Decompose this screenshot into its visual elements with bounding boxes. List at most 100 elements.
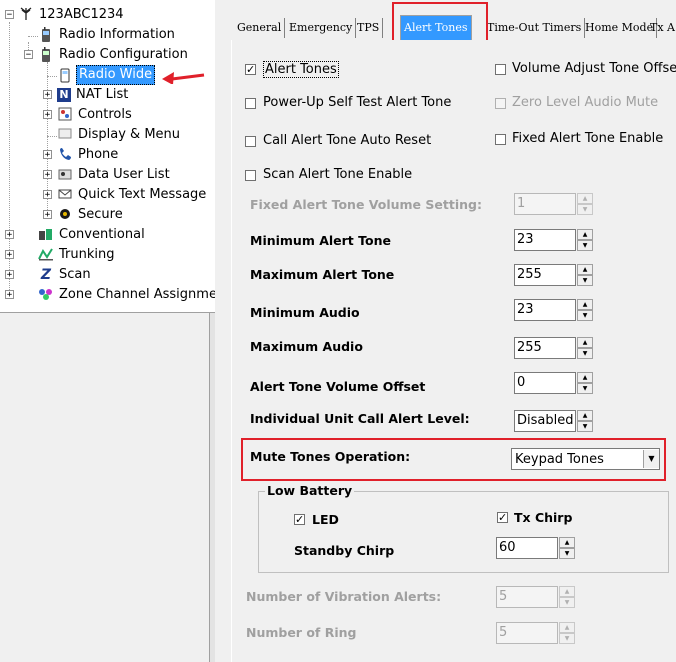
tree-item-data-user-list[interactable]: Data User List bbox=[57, 166, 172, 184]
spin-down-icon[interactable]: ▼ bbox=[577, 240, 593, 251]
dropdown-arrow-icon[interactable]: ▼ bbox=[643, 450, 659, 468]
fixed-volume-spinner[interactable]: 1 ▲ ▼ bbox=[514, 193, 593, 215]
ring-count-value[interactable]: 5 bbox=[496, 622, 558, 644]
spin-down-icon[interactable]: ▼ bbox=[577, 348, 593, 359]
expand-phone-toggle[interactable]: + bbox=[43, 150, 52, 160]
tree-item-label: Secure bbox=[78, 207, 123, 222]
tree-item-conventional[interactable]: Conventional bbox=[38, 226, 147, 244]
led-checkbox[interactable]: ✓ bbox=[294, 514, 305, 525]
tab-general[interactable]: General bbox=[234, 18, 286, 38]
spin-down-icon[interactable]: ▼ bbox=[577, 421, 593, 432]
spin-down-icon[interactable]: ▼ bbox=[559, 597, 575, 608]
spin-up-icon[interactable]: ▲ bbox=[577, 193, 593, 204]
tree-item-label: Controls bbox=[78, 107, 132, 122]
tree-item-nat-list[interactable]: N NAT List bbox=[57, 86, 130, 104]
tab-home-mode[interactable]: Home Mode bbox=[582, 18, 658, 38]
volume-adjust-checkbox[interactable] bbox=[495, 64, 506, 75]
expand-zone-toggle[interactable]: + bbox=[5, 290, 14, 300]
tab-emergency[interactable]: Emergency bbox=[286, 18, 357, 38]
tree-item-controls[interactable]: Controls bbox=[57, 106, 134, 124]
spin-up-icon[interactable]: ▲ bbox=[559, 537, 575, 548]
spin-down-icon[interactable]: ▼ bbox=[559, 633, 575, 644]
spin-down-icon[interactable]: ▼ bbox=[577, 383, 593, 394]
max-alert-value[interactable]: 255 bbox=[514, 264, 576, 286]
spin-up-icon[interactable]: ▲ bbox=[577, 299, 593, 310]
vibration-alerts-spinner[interactable]: 5 ▲ ▼ bbox=[496, 586, 575, 608]
tab-time-out-timers[interactable]: Time-Out Timers bbox=[484, 18, 586, 38]
tree-item-label: Conventional bbox=[59, 227, 145, 242]
tab-tx-a[interactable]: Tx A bbox=[647, 18, 676, 38]
spin-up-icon[interactable]: ▲ bbox=[577, 264, 593, 275]
tree-item-radio-configuration[interactable]: Radio Configuration bbox=[38, 46, 190, 64]
tree-item-label: Trunking bbox=[59, 247, 115, 262]
spin-up-icon[interactable]: ▲ bbox=[577, 337, 593, 348]
spin-down-icon[interactable]: ▼ bbox=[577, 310, 593, 321]
spin-up-icon[interactable]: ▲ bbox=[559, 586, 575, 597]
collapse-root-toggle[interactable]: − bbox=[5, 10, 14, 20]
fixed-volume-value[interactable]: 1 bbox=[514, 193, 576, 215]
max-alert-spinner[interactable]: 255 ▲ ▼ bbox=[514, 264, 593, 286]
spin-up-icon[interactable]: ▲ bbox=[577, 229, 593, 240]
scan-alert-checkbox[interactable] bbox=[245, 170, 256, 181]
min-audio-value[interactable]: 23 bbox=[514, 299, 576, 321]
zero-level-checkbox[interactable] bbox=[495, 98, 506, 109]
tree-item-quick-text-message[interactable]: Quick Text Message bbox=[57, 186, 208, 204]
expand-nat-list-toggle[interactable]: + bbox=[43, 90, 52, 100]
tree-item-label: Radio Information bbox=[59, 27, 175, 42]
expand-scan-toggle[interactable]: + bbox=[5, 270, 14, 280]
tree-item-scan[interactable]: Z Scan bbox=[38, 266, 93, 284]
expand-trunking-toggle[interactable]: + bbox=[5, 250, 14, 260]
fixed-alert-checkbox[interactable] bbox=[495, 134, 506, 145]
mute-tones-value: Keypad Tones bbox=[515, 451, 604, 467]
tree-item-trunking[interactable]: Trunking bbox=[38, 246, 117, 264]
spin-up-icon[interactable]: ▲ bbox=[559, 622, 575, 633]
low-battery-group bbox=[258, 491, 669, 573]
mute-tones-dropdown[interactable]: Keypad Tones ▼ bbox=[511, 448, 660, 470]
spin-up-icon[interactable]: ▲ bbox=[577, 372, 593, 383]
alert-tones-checkbox[interactable]: ✓ bbox=[245, 64, 256, 75]
zone-icon bbox=[38, 287, 54, 303]
volume-offset-spinner[interactable]: 0 ▲ ▼ bbox=[514, 372, 593, 394]
spin-down-icon[interactable]: ▼ bbox=[559, 548, 575, 559]
max-audio-spinner[interactable]: 255 ▲ ▼ bbox=[514, 337, 593, 359]
tx-chirp-checkbox[interactable]: ✓ bbox=[497, 512, 508, 523]
standby-chirp-spinner[interactable]: 60 ▲ ▼ bbox=[496, 537, 575, 559]
unit-call-level-spinner[interactable]: Disabled ▲ ▼ bbox=[514, 410, 593, 432]
tree-root[interactable]: 123ABC1234 bbox=[18, 6, 126, 24]
tree-empty-area bbox=[0, 313, 209, 662]
data-user-icon bbox=[57, 167, 73, 183]
min-audio-spinner[interactable]: 23 ▲ ▼ bbox=[514, 299, 593, 321]
expand-conventional-toggle[interactable]: + bbox=[5, 230, 14, 240]
max-audio-value[interactable]: 255 bbox=[514, 337, 576, 359]
standby-chirp-value[interactable]: 60 bbox=[496, 537, 558, 559]
volume-offset-value[interactable]: 0 bbox=[514, 372, 576, 394]
tree-item-zone-channel-assignment[interactable]: Zone Channel Assignment bbox=[38, 286, 232, 304]
ring-count-spinner[interactable]: 5 ▲ ▼ bbox=[496, 622, 575, 644]
antenna-icon bbox=[18, 7, 34, 23]
expand-quick-text-toggle[interactable]: + bbox=[43, 190, 52, 200]
expand-data-user-list-toggle[interactable]: + bbox=[43, 170, 52, 180]
vibration-alerts-value[interactable]: 5 bbox=[496, 586, 558, 608]
tree-item-radio-information[interactable]: Radio Information bbox=[38, 26, 177, 44]
unit-call-level-value[interactable]: Disabled bbox=[514, 410, 576, 432]
tree-item-display-menu[interactable]: Display & Menu bbox=[57, 126, 182, 144]
call-alert-reset-checkbox[interactable] bbox=[245, 136, 256, 147]
power-up-checkbox[interactable] bbox=[245, 98, 256, 109]
mute-tones-label: Mute Tones Operation: bbox=[250, 449, 411, 464]
spin-down-icon[interactable]: ▼ bbox=[577, 275, 593, 286]
tree-item-label: Scan bbox=[59, 267, 91, 282]
tab-tps[interactable]: TPS bbox=[354, 18, 384, 38]
tree-item-secure[interactable]: Secure bbox=[57, 206, 125, 224]
spin-up-icon[interactable]: ▲ bbox=[577, 410, 593, 421]
zero-level-label: Zero Level Audio Mute bbox=[512, 95, 659, 110]
tree-item-radio-wide[interactable]: Radio Wide bbox=[57, 65, 156, 85]
min-alert-value[interactable]: 23 bbox=[514, 229, 576, 251]
expand-controls-toggle[interactable]: + bbox=[43, 110, 52, 120]
tree-item-label: Phone bbox=[78, 147, 119, 162]
min-alert-spinner[interactable]: 23 ▲ ▼ bbox=[514, 229, 593, 251]
expand-secure-toggle[interactable]: + bbox=[43, 210, 52, 220]
unit-call-level-label: Individual Unit Call Alert Level: bbox=[250, 411, 470, 426]
spin-down-icon[interactable]: ▼ bbox=[577, 204, 593, 215]
tree-item-phone[interactable]: Phone bbox=[57, 146, 120, 164]
collapse-radio-config-toggle[interactable]: − bbox=[24, 50, 33, 60]
